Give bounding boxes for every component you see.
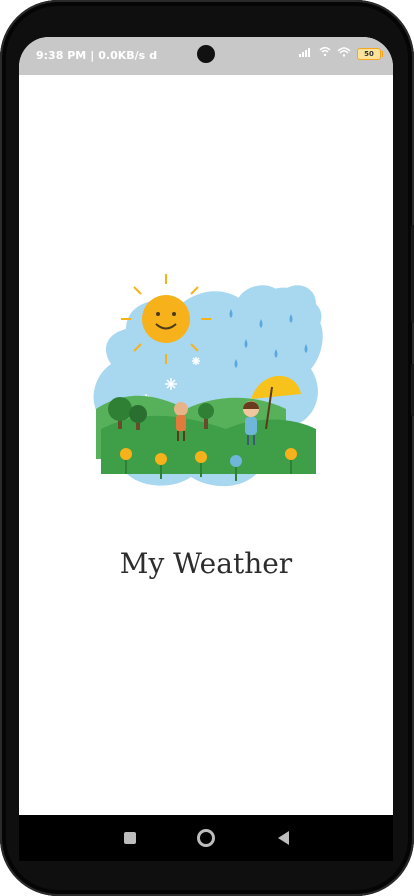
status-left: 9:38 PM | 0.0KB/s d bbox=[36, 49, 157, 62]
screen: 9:38 PM | 0.0KB/s d 50 My Weather bbox=[19, 37, 393, 815]
status-right: 50 bbox=[299, 47, 383, 60]
signal-icon bbox=[299, 47, 313, 60]
recent-apps-button[interactable] bbox=[121, 829, 139, 847]
network-speed: 0.0KB/s bbox=[98, 49, 146, 62]
recent-apps-icon bbox=[124, 832, 136, 844]
home-icon bbox=[197, 829, 215, 847]
home-button[interactable] bbox=[197, 829, 215, 847]
navigation-bar bbox=[19, 815, 393, 861]
status-divider: | bbox=[90, 49, 95, 62]
status-bar: 9:38 PM | 0.0KB/s d 50 bbox=[19, 37, 393, 75]
back-icon bbox=[277, 831, 289, 845]
front-hill bbox=[101, 415, 316, 474]
front-camera bbox=[197, 45, 215, 63]
back-button[interactable] bbox=[274, 829, 292, 847]
weather-illustration bbox=[93, 274, 323, 487]
app-notification-icon: d bbox=[149, 49, 158, 62]
data-icon bbox=[319, 47, 331, 60]
wifi-icon bbox=[337, 47, 351, 60]
status-time: 9:38 PM bbox=[36, 49, 87, 62]
sun bbox=[142, 295, 190, 343]
phone-frame: 9:38 PM | 0.0KB/s d 50 My Weather bbox=[0, 0, 414, 896]
cloud-shape bbox=[230, 285, 322, 331]
app-title: My Weather bbox=[119, 547, 293, 580]
battery-icon: 50 bbox=[357, 47, 383, 60]
